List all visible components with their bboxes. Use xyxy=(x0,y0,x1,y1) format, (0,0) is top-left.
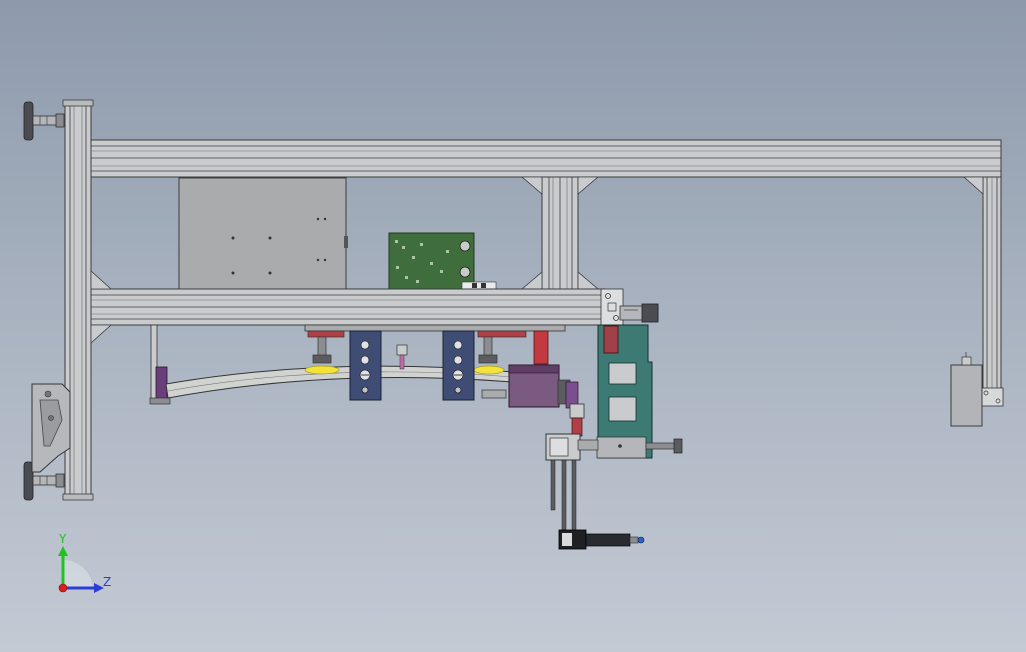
teal-mounting-bracket[interactable] xyxy=(597,303,659,459)
purple-actuator-block[interactable] xyxy=(508,364,571,408)
triad-origin xyxy=(58,583,68,593)
suction-cup-left[interactable] xyxy=(304,336,340,375)
left-clamp-bracket[interactable] xyxy=(31,383,71,473)
navy-plate-right[interactable] xyxy=(442,330,475,401)
green-circuit-board[interactable] xyxy=(388,232,497,290)
leveling-foot-top[interactable] xyxy=(23,101,65,141)
adjuster-bolt[interactable] xyxy=(596,436,683,459)
coordinate-triad xyxy=(58,546,104,593)
suction-cup-right[interactable] xyxy=(473,336,505,375)
triad-z-label: Z xyxy=(103,575,112,589)
red-cylinder-rod[interactable] xyxy=(533,330,549,365)
mounting-plate-under-beam[interactable] xyxy=(304,324,566,338)
top-horizontal-beam[interactable] xyxy=(90,139,1002,178)
bottom-linear-actuator[interactable] xyxy=(558,529,645,550)
inner-vertical-post[interactable] xyxy=(520,176,600,290)
gray-electrical-panel[interactable] xyxy=(178,177,348,290)
triad-y-label: Y xyxy=(59,532,67,546)
right-sensor-box[interactable] xyxy=(950,352,983,427)
cad-assembly-drawing[interactable] xyxy=(0,0,1026,652)
center-pin[interactable] xyxy=(396,344,408,370)
navy-plate-left[interactable] xyxy=(349,330,382,401)
cad-viewport[interactable]: Y Z xyxy=(0,0,1026,652)
